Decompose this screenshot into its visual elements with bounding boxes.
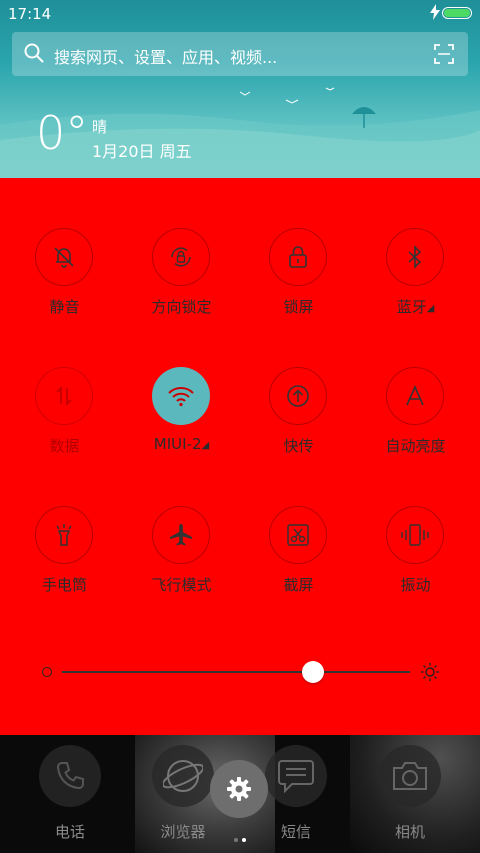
lock-icon <box>269 228 327 286</box>
gear-icon <box>227 777 251 801</box>
toggle-bluetooth[interactable]: 蓝牙◢ <box>357 228 474 338</box>
toggle-label: 振动 <box>400 576 431 594</box>
brightness-thumb[interactable] <box>301 661 324 683</box>
toggle-label: 截屏 <box>283 576 314 594</box>
dock-app-camera[interactable]: 相机 <box>355 745 465 842</box>
date-text: 1月20日 周五 <box>92 142 192 161</box>
toggle-flashlight[interactable]: 手电筒 <box>6 506 123 616</box>
toggle-mobile-data[interactable]: 数据 <box>6 367 123 477</box>
dock-app-label: 浏览器 <box>160 823 206 841</box>
camera-icon <box>379 745 441 807</box>
brightness-low-icon <box>42 667 52 677</box>
search-bar[interactable]: 搜索网页、设置、应用、视频... <box>12 32 468 76</box>
toggle-auto-brightness[interactable]: 自动亮度 <box>357 367 474 477</box>
toggle-lock-screen[interactable]: 锁屏 <box>240 228 357 338</box>
status-time: 17:14 <box>8 5 52 23</box>
airplane-icon <box>152 506 210 564</box>
weather-header: 17:14 搜索网页、设置、应用、视频... 0° 晴 1月20日 周五 <box>0 0 480 178</box>
message-icon <box>265 745 327 807</box>
toggle-wifi[interactable]: MIUI-2◢ <box>123 367 240 477</box>
toggle-label: 快传 <box>283 437 314 455</box>
toggle-vibrate[interactable]: 振动 <box>357 506 474 616</box>
bell-off-icon <box>35 228 93 286</box>
wifi-icon <box>152 367 210 425</box>
flashlight-icon <box>35 506 93 564</box>
toggle-label: 蓝牙◢ <box>396 298 435 316</box>
share-upload-icon <box>269 367 327 425</box>
toggle-label: MIUI-2◢ <box>153 435 210 453</box>
rotation-lock-icon <box>152 228 210 286</box>
brightness-track[interactable] <box>62 671 410 673</box>
quick-settings-panel: 静音 方向锁定 锁屏 蓝牙◢ 数据 MIUI-2◢ 快传 自动亮度 手电筒 飞行… <box>0 178 480 735</box>
toggle-rotation-lock[interactable]: 方向锁定 <box>123 228 240 338</box>
dock-app-phone[interactable]: 电话 <box>15 745 125 842</box>
toggle-mute[interactable]: 静音 <box>6 228 123 338</box>
expand-indicator-icon: ◢ <box>426 303 435 314</box>
battery-icon <box>442 7 472 19</box>
mobile-data-icon <box>35 367 93 425</box>
brightness-slider[interactable] <box>0 660 480 684</box>
brightness-high-icon <box>421 663 439 681</box>
search-input[interactable]: 搜索网页、设置、应用、视频... <box>54 44 277 68</box>
bluetooth-icon <box>386 228 444 286</box>
temperature[interactable]: 0° <box>36 110 88 156</box>
toggle-screenshot[interactable]: 截屏 <box>240 506 357 616</box>
vibrate-icon <box>386 506 444 564</box>
app-dock: 电话 浏览器 短信 相机 <box>0 735 480 853</box>
browser-globe-icon <box>152 745 214 807</box>
weather-condition: 晴 <box>92 118 108 136</box>
toggle-label: 手电筒 <box>41 576 87 594</box>
toggle-airplane-mode[interactable]: 飞行模式 <box>123 506 240 616</box>
dock-app-label: 相机 <box>394 823 425 841</box>
charging-bolt-icon <box>430 4 440 20</box>
toggle-label: 自动亮度 <box>385 437 446 455</box>
toggle-label: 飞行模式 <box>151 576 212 594</box>
scan-icon[interactable] <box>434 44 454 64</box>
toggle-label: 静音 <box>49 298 80 316</box>
phone-icon <box>39 745 101 807</box>
toggle-label: 锁屏 <box>283 298 314 316</box>
expand-indicator-icon: ◢ <box>201 440 210 451</box>
status-bar: 17:14 <box>0 0 480 28</box>
dock-app-label: 电话 <box>54 823 85 841</box>
screenshot-scissors-icon <box>269 506 327 564</box>
toggle-label: 数据 <box>49 437 80 455</box>
toggle-quick-share[interactable]: 快传 <box>240 367 357 477</box>
settings-button[interactable] <box>210 760 268 818</box>
auto-brightness-icon <box>386 367 444 425</box>
dock-app-label: 短信 <box>280 823 311 841</box>
page-indicator <box>232 827 248 846</box>
page-dot-active <box>242 838 246 842</box>
page-dot <box>234 838 238 842</box>
toggle-label: 方向锁定 <box>151 298 212 316</box>
search-icon <box>24 43 44 63</box>
